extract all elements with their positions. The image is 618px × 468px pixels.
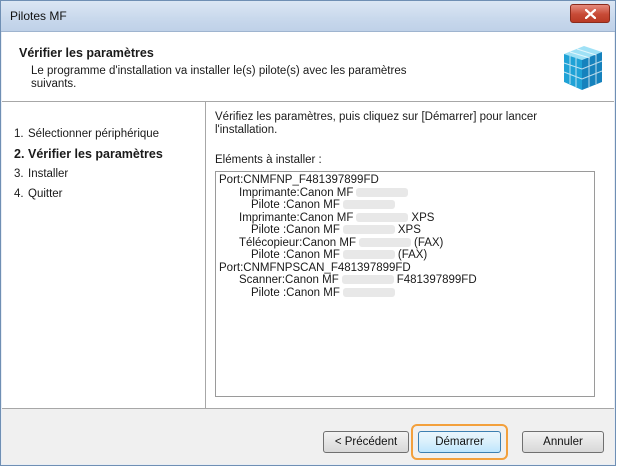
- list-item: Pilote :Canon MF: [219, 199, 591, 212]
- button-bar: < Précédent Démarrer Annuler: [2, 408, 614, 464]
- step-select-device: 1. Sélectionner périphérique: [14, 128, 160, 140]
- redacted-model: [342, 287, 395, 297]
- cancel-button[interactable]: Annuler: [522, 431, 604, 453]
- close-button[interactable]: [570, 4, 610, 23]
- page-description: Le programme d'installation va installer…: [31, 65, 407, 90]
- items-list-label: Eléments à installer :: [215, 154, 322, 166]
- redacted-model: [358, 237, 411, 247]
- canon-cube-logo: [563, 46, 603, 90]
- instruction-text: Vérifiez les paramètres, puis cliquez su…: [215, 111, 538, 136]
- list-item: Imprimante:Canon MF: [219, 187, 591, 200]
- redacted-model: [356, 187, 409, 197]
- list-item: Pilote :Canon MF XPS: [251, 224, 421, 236]
- list-item: Port:CNMFNPSCAN_F481397899FD: [219, 261, 411, 274]
- step-verify-settings: 2. Vérifier les paramètres: [14, 147, 163, 161]
- title-bar: Pilotes MF: [1, 1, 615, 32]
- step-install: 3. Installer: [14, 168, 69, 180]
- list-item: Télécopieur:Canon MF (FAX): [239, 236, 444, 249]
- redacted-model: [356, 212, 409, 222]
- redacted-model: [342, 250, 395, 260]
- steps-panel: 1. Sélectionner périphérique 2. Vérifier l…: [2, 102, 206, 408]
- window-title: Pilotes MF: [10, 9, 67, 23]
- content-panel: Vérifiez les paramètres, puis cliquez su…: [206, 102, 614, 408]
- close-icon: [585, 9, 596, 19]
- previous-button[interactable]: < Précédent: [323, 431, 409, 453]
- page-title: Vérifier les paramètres: [19, 46, 154, 60]
- installer-window: Pilotes MF Vérifier les paramètres Le pr…: [0, 0, 616, 466]
- step-quit: 4. Quitter: [14, 188, 63, 200]
- redacted-model: [342, 225, 395, 235]
- list-item: Scanner:Canon MF F481397899FD: [239, 274, 477, 286]
- start-button[interactable]: Démarrer: [418, 431, 501, 453]
- list-item: Pilote :Canon MF (FAX): [251, 249, 428, 261]
- list-item: Port:CNMFNP_F481397899FD: [219, 174, 379, 186]
- header-panel: Vérifier les paramètres Le programme d'i…: [2, 32, 614, 102]
- list-item: Pilote :Canon MF: [219, 287, 591, 300]
- redacted-model: [341, 275, 394, 285]
- list-item: Imprimante:Canon MF XPS: [239, 211, 435, 224]
- items-listbox[interactable]: Port:CNMFNP_F481397899FD Imprimante:Canon…: [215, 171, 595, 397]
- redacted-model: [342, 200, 395, 210]
